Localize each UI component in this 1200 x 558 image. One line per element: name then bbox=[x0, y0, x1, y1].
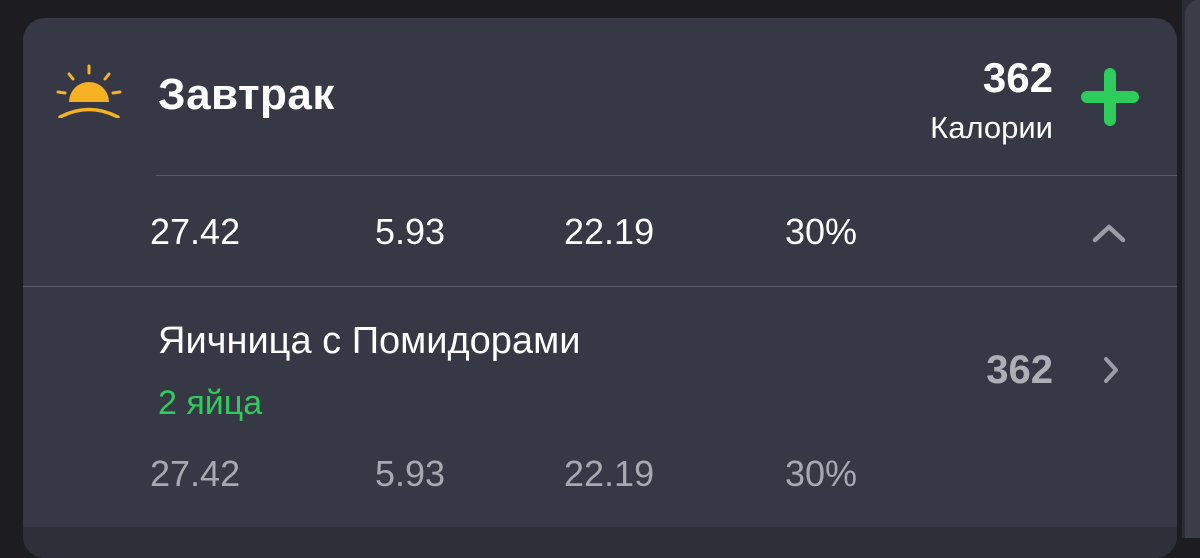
divider bbox=[23, 286, 1177, 287]
food-item-value-2: 5.93 bbox=[375, 453, 446, 494]
food-item-value-percent: 30% bbox=[785, 453, 858, 494]
food-item-calories: 362 bbox=[986, 348, 1053, 392]
meal-card: Завтрак 362 Калории 27.42 5.93 22.19 30%… bbox=[23, 18, 1177, 558]
summary-value-3: 22.19 bbox=[564, 211, 655, 252]
food-item-value-3: 22.19 bbox=[564, 453, 655, 494]
food-item-name[interactable]: Яичница с Помидорами bbox=[158, 320, 580, 363]
sunrise-icon bbox=[56, 64, 122, 118]
plus-icon-vertical bbox=[1104, 68, 1116, 126]
adjacent-card-edge bbox=[1185, 0, 1200, 538]
meal-calories-label: Калории bbox=[930, 110, 1053, 145]
summary-value-2: 5.93 bbox=[375, 211, 446, 252]
meal-calories-value: 362 bbox=[982, 54, 1053, 101]
add-food-button[interactable] bbox=[1081, 68, 1139, 126]
meal-title: Завтрак bbox=[158, 70, 335, 119]
food-item-value-1: 27.42 bbox=[150, 453, 241, 494]
chevron-right-icon[interactable] bbox=[1101, 354, 1121, 386]
summary-value-1: 27.42 bbox=[150, 211, 241, 252]
next-section-edge bbox=[23, 527, 1177, 558]
chevron-up-icon[interactable] bbox=[1091, 218, 1127, 246]
food-item-portion: 2 яйца bbox=[158, 384, 263, 422]
summary-value-percent: 30% bbox=[785, 211, 858, 252]
divider bbox=[156, 175, 1177, 176]
